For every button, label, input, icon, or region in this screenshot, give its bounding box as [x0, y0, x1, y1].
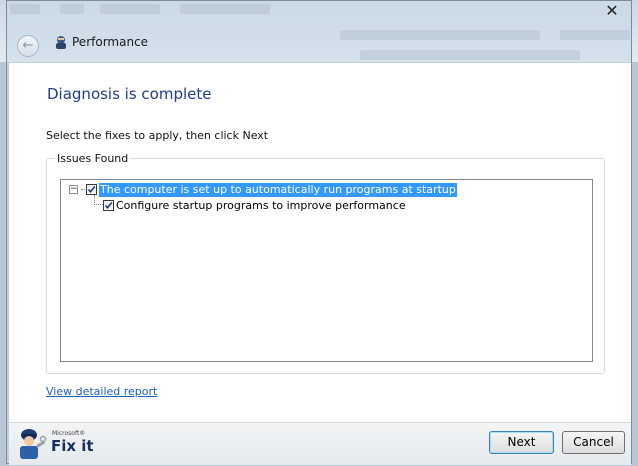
instruction-text: Select the fixes to apply, then click Ne… [46, 129, 269, 142]
logo-brand: Microsoft® [52, 430, 86, 437]
window-title: Performance [72, 35, 149, 49]
issues-group-label: Issues Found [55, 152, 131, 165]
fixit-window: ✕ ← Performance Diagnosis is complete Se… [6, 0, 632, 465]
content-panel: Diagnosis is complete Select the fixes t… [9, 63, 631, 422]
tree-connector [94, 195, 103, 205]
view-report-link[interactable]: View detailed report [46, 385, 157, 398]
close-icon[interactable]: ✕ [603, 1, 621, 20]
issue-label: The computer is set up to automatically … [99, 182, 457, 197]
fixit-logo: Microsoft® Fix it [14, 425, 94, 463]
cancel-button[interactable]: Cancel [562, 431, 625, 454]
issue-checkbox[interactable] [86, 184, 97, 195]
page-heading: Diagnosis is complete [47, 85, 212, 103]
fix-checkbox[interactable] [103, 200, 114, 211]
fix-label: Configure startup programs to improve pe… [116, 198, 406, 212]
next-button[interactable]: Next [489, 431, 554, 454]
issues-tree[interactable]: − The computer is set up to automaticall… [60, 179, 593, 362]
checkbox-checked-icon [104, 201, 113, 210]
tree-collapse-icon[interactable]: − [69, 185, 78, 194]
checkbox-checked-icon [87, 185, 96, 194]
logo-name: Fix it [51, 437, 94, 455]
footer-bar: Microsoft® Fix it Next Cancel [9, 422, 631, 465]
tree-node-fix[interactable]: Configure startup programs to improve pe… [103, 198, 406, 213]
tree-node-issue[interactable]: − The computer is set up to automaticall… [69, 182, 457, 197]
performance-app-icon [56, 36, 66, 49]
back-arrow-icon[interactable]: ← [17, 35, 39, 57]
issues-group: Issues Found − The computer is set up to… [46, 152, 605, 374]
fixit-mascot-icon [20, 429, 47, 459]
